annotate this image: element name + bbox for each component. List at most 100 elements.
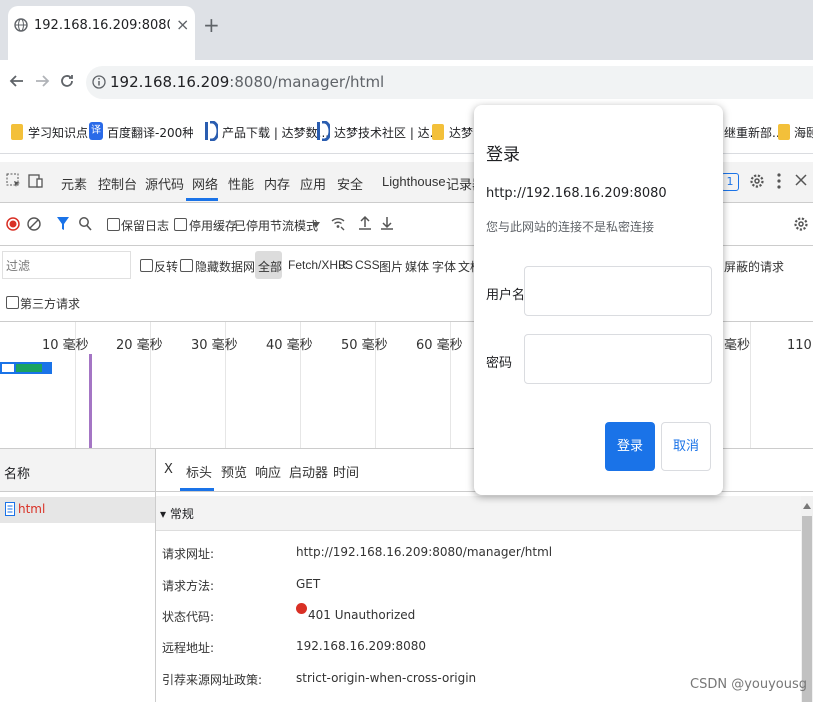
third-party-label: 第三方请求 (20, 297, 81, 311)
invert-checkbox[interactable] (140, 259, 153, 272)
disable-cache-label: 停用缓存 (189, 219, 238, 233)
back-icon[interactable] (9, 73, 25, 89)
devtools-tab[interactable]: 安全 (337, 174, 363, 193)
devtools-tab[interactable]: 元素 (61, 174, 87, 193)
timeline-tick-label: 110 毫 (787, 338, 813, 353)
scrollbar-thumb[interactable] (802, 516, 812, 702)
device-toolbar-icon[interactable] (28, 173, 44, 189)
blocked-requests-label[interactable]: 屏蔽的请求 (724, 258, 784, 275)
username-field[interactable] (524, 266, 712, 316)
import-har-icon[interactable] (358, 215, 372, 231)
timeline-tick-label: 40 毫秒 (266, 338, 313, 353)
dameng-icon (204, 121, 218, 141)
filter-type-media[interactable]: 媒体 (405, 258, 429, 275)
third-party-checkbox[interactable] (6, 296, 19, 309)
devtools-tab[interactable]: 性能 (228, 174, 254, 193)
new-tab-button[interactable]: + (203, 13, 220, 37)
header-key: 请求网址: (162, 547, 215, 561)
filter-type-js[interactable]: JS (339, 258, 353, 272)
devtools-tab[interactable]: 控制台 (98, 174, 137, 193)
hide-data-urls-checkbox[interactable] (180, 259, 193, 272)
preserve-log-label: 保留日志 (121, 219, 170, 233)
filter-type-doc[interactable]: 文档 (458, 258, 474, 275)
folder-icon (11, 124, 23, 140)
header-value: 192.168.16.209:8080 (296, 639, 427, 653)
header-value: http://192.168.16.209:8080/manager/html (296, 545, 553, 559)
network-conditions-icon[interactable] (330, 215, 346, 231)
timeline-tick-label: 60 毫秒 (416, 338, 463, 353)
clear-icon[interactable] (27, 217, 41, 231)
timeline-tick-label: 毫秒 (724, 338, 751, 353)
filter-type-img[interactable]: 图片 (379, 258, 403, 275)
issues-counter[interactable]: 1 (721, 173, 739, 191)
general-section-header[interactable]: ▾ 常规 (156, 496, 801, 531)
general-section-title: ▾ 常规 (160, 507, 194, 521)
close-devtools-icon[interactable] (795, 174, 807, 186)
globe-icon (14, 18, 28, 32)
devtools-tab-active[interactable]: 网络 (192, 174, 218, 193)
filter-icon[interactable] (56, 216, 70, 232)
search-icon[interactable] (78, 216, 92, 232)
dialog-origin: http://192.168.16.209:8080 (486, 186, 667, 201)
cancel-button[interactable]: 取消 (661, 422, 711, 471)
tab-response[interactable]: 响应 (255, 462, 281, 481)
dameng-icon (316, 121, 330, 141)
devtools-tab[interactable]: 内存 (264, 174, 290, 193)
bookmark-item[interactable]: 达梦 (449, 124, 473, 141)
bookmark-item[interactable]: 产品下载 | 达梦数... (222, 124, 329, 141)
bookmark-item[interactable]: 海颐 (794, 124, 813, 141)
more-options-icon[interactable] (776, 172, 782, 190)
url-text[interactable]: 192.168.16.209:8080/manager/html (110, 73, 384, 91)
info-icon[interactable] (92, 75, 106, 89)
dialog-warning: 您与此网站的连接不是私密连接 (486, 220, 655, 234)
bookmark-item[interactable]: 学习知识点 (28, 124, 88, 141)
filter-type-css[interactable]: CSS (355, 258, 380, 272)
active-detail-indicator (180, 488, 214, 491)
timeline-dcl-marker (89, 354, 92, 448)
request-name: html (18, 502, 46, 516)
reload-icon[interactable] (59, 73, 75, 89)
password-field[interactable] (524, 334, 712, 384)
inspect-icon[interactable] (6, 173, 22, 189)
bookmark-item[interactable]: 继重新部... (724, 124, 783, 141)
watermark: CSDN @youyousg (690, 677, 807, 692)
export-har-icon[interactable] (380, 215, 394, 231)
tab-initiator[interactable]: 启动器 (289, 462, 328, 481)
filter-placeholder: 过滤 (6, 259, 31, 273)
login-button[interactable]: 登录 (605, 422, 655, 471)
close-detail-icon[interactable]: X (164, 462, 173, 477)
name-column-header[interactable]: 名称 (0, 449, 155, 492)
filter-type-fetch[interactable]: Fetch/XHR (288, 258, 347, 272)
tab-headers[interactable]: 标头 (186, 462, 212, 481)
network-settings-gear-icon[interactable] (793, 216, 809, 232)
bookmark-item[interactable]: 达梦技术社区 | 达... (334, 124, 441, 141)
timeline-tick-label: 10 毫秒 (42, 338, 89, 353)
timeline-request-download (16, 364, 42, 372)
filter-type-font[interactable]: 字体 (432, 258, 456, 275)
devtools-tab[interactable]: 记录器 (446, 174, 474, 193)
bookmark-item[interactable]: 百度翻译-200种语... (107, 124, 193, 141)
tab-preview[interactable]: 预览 (221, 462, 247, 481)
active-tab-indicator (186, 198, 218, 201)
chevron-down-icon[interactable] (312, 222, 320, 228)
filter-input[interactable]: 过滤 (2, 251, 131, 279)
forward-icon[interactable] (34, 73, 50, 89)
record-icon[interactable] (6, 217, 20, 231)
preserve-log-checkbox[interactable] (107, 218, 120, 231)
browser-tab[interactable] (8, 6, 195, 60)
throttling-select[interactable]: 已停用节流模式 (234, 217, 318, 234)
table-row[interactable]: html (0, 497, 155, 523)
tab-timing[interactable]: 时间 (333, 462, 359, 481)
tab-close-icon[interactable]: × (176, 15, 189, 34)
disable-cache-checkbox[interactable] (174, 218, 187, 231)
folder-icon (432, 124, 444, 140)
document-icon (5, 502, 15, 516)
filter-type-all[interactable]: 全部 (258, 258, 282, 275)
devtools-tab[interactable]: Lighthouse (382, 174, 446, 189)
settings-gear-icon[interactable] (749, 173, 765, 189)
url-path: :8080/manager/html (229, 73, 385, 91)
scroll-up-icon[interactable] (803, 503, 811, 509)
devtools-tab[interactable]: 应用 (300, 174, 326, 193)
devtools-tab[interactable]: 源代码 (145, 174, 184, 193)
invert-label: 反转 (154, 260, 179, 274)
